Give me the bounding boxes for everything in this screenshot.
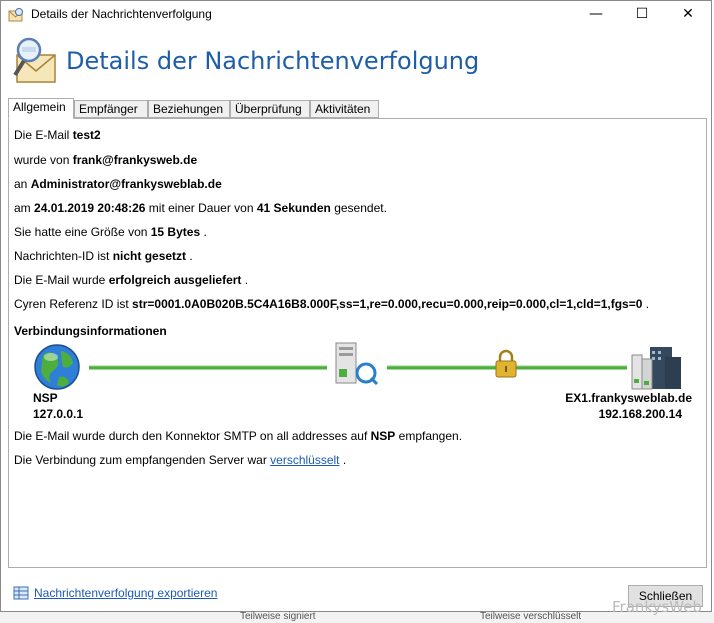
connector-prefix: Die E-Mail wurde durch den Konnektor SMT…	[14, 429, 371, 443]
minimize-button[interactable]: —	[573, 1, 619, 29]
subject-line: Die E-Mail test2	[14, 128, 101, 142]
connector-suffix: empfangen.	[395, 429, 463, 443]
connector-line: Die E-Mail wurde durch den Konnektor SMT…	[14, 429, 462, 443]
msgid-value: nicht gesetzt	[112, 249, 187, 263]
datetime-line: am 24.01.2019 20:48:26 mit einer Dauer v…	[14, 201, 387, 215]
export-icon	[13, 586, 29, 600]
tab-ueberpruefung[interactable]: Überprüfung	[230, 100, 310, 118]
date-prefix: am	[14, 201, 35, 215]
msgid-prefix: Nachrichten-ID ist	[14, 249, 113, 263]
window-title: Details der Nachrichtenverfolgung	[31, 7, 212, 21]
size-line: Sie hatte eine Größe von 15 Bytes .	[14, 225, 207, 239]
recipient-line: an Administrator@frankysweblab.de	[14, 177, 222, 191]
size-prefix: Sie hatte eine Größe von	[14, 225, 151, 239]
connection-heading-text: Verbindungsinformationen	[14, 324, 167, 338]
subject-prefix: Die E-Mail	[14, 128, 73, 142]
connection-heading: Verbindungsinformationen	[14, 324, 167, 338]
source-name: NSP	[33, 391, 58, 405]
recipient-value: Administrator@frankysweblab.de	[30, 177, 222, 191]
connection-line-right	[387, 365, 627, 370]
mail-tracking-icon	[8, 8, 23, 22]
sender-prefix: wurde von	[14, 153, 73, 167]
watermark: FrankysWeb	[612, 598, 702, 616]
partially-encrypted-text: Teilweise verschlüsselt	[480, 611, 582, 622]
target-ip: 192.168.200.14	[598, 407, 682, 421]
connector-server: NSP	[370, 429, 396, 443]
cyren-suffix: .	[642, 297, 650, 311]
sender-line: wurde von frank@frankysweb.de	[14, 153, 197, 167]
encryption-prefix: Die Verbindung zum empfangenden Server w…	[14, 453, 271, 467]
mail-magnifier-icon	[13, 37, 56, 83]
server-icon	[335, 342, 379, 386]
tab-empfaenger[interactable]: Empfänger	[74, 100, 148, 118]
sender-value: frank@frankysweb.de	[72, 153, 198, 167]
message-id-line: Nachrichten-ID ist nicht gesetzt .	[14, 249, 193, 263]
duration-value: 41 Sekunden	[256, 201, 331, 215]
cyren-prefix: Cyren Referenz ID ist	[14, 297, 133, 311]
duration-suffix: gesendet.	[330, 201, 387, 215]
cyren-line: Cyren Referenz ID ist str=0001.0A0B020B.…	[14, 297, 649, 311]
encrypted-link[interactable]: verschlüsselt	[270, 453, 339, 467]
close-window-button[interactable]: ✕	[665, 1, 711, 29]
msgid-suffix: .	[186, 249, 193, 263]
connection-line-left	[89, 365, 327, 370]
page-title: Details der Nachrichtenverfolgung	[66, 47, 480, 75]
tab-beziehungen[interactable]: Beziehungen	[148, 100, 230, 118]
delivery-suffix: .	[241, 273, 249, 287]
cyren-value: str=0001.0A0B020B.5C4A16B8.000F,ss=1,re=…	[132, 297, 643, 311]
exchange-server-icon	[631, 347, 681, 390]
duration-prefix: mit einer Dauer von	[145, 201, 257, 215]
target-name: EX1.frankysweblab.de	[565, 391, 692, 405]
tab-aktivitaeten[interactable]: Aktivitäten	[310, 100, 379, 118]
partially-signed-text: Teilweise signiert	[240, 611, 316, 622]
maximize-button[interactable]: ☐	[619, 1, 665, 29]
recipient-prefix: an	[14, 177, 31, 191]
lock-icon	[495, 349, 517, 378]
background-window-strip	[0, 612, 714, 623]
tab-allgemein[interactable]: Allgemein	[8, 98, 74, 119]
source-ip: 127.0.0.1	[33, 407, 84, 421]
globe-icon	[34, 344, 80, 390]
datetime-value: 24.01.2019 20:48:26	[34, 201, 146, 215]
dialog-window: Details der Nachrichtenverfolgung — ☐ ✕ …	[0, 0, 712, 612]
export-tracking-link[interactable]: Nachrichtenverfolgung exportieren	[34, 586, 217, 600]
size-value: 15 Bytes	[150, 225, 201, 239]
title-bar[interactable]: Details der Nachrichtenverfolgung — ☐ ✕	[1, 1, 711, 29]
encryption-line: Die Verbindung zum empfangenden Server w…	[14, 453, 346, 467]
encryption-suffix: .	[339, 453, 347, 467]
delivery-line: Die E-Mail wurde erfolgreich ausgeliefer…	[14, 273, 248, 287]
delivery-prefix: Die E-Mail wurde	[14, 273, 109, 287]
subject-value: test2	[72, 128, 101, 142]
delivery-value: erfolgreich ausgeliefert	[108, 273, 242, 287]
general-panel: Die E-Mail test2 wurde von frank@frankys…	[8, 118, 707, 568]
size-suffix: .	[200, 225, 207, 239]
